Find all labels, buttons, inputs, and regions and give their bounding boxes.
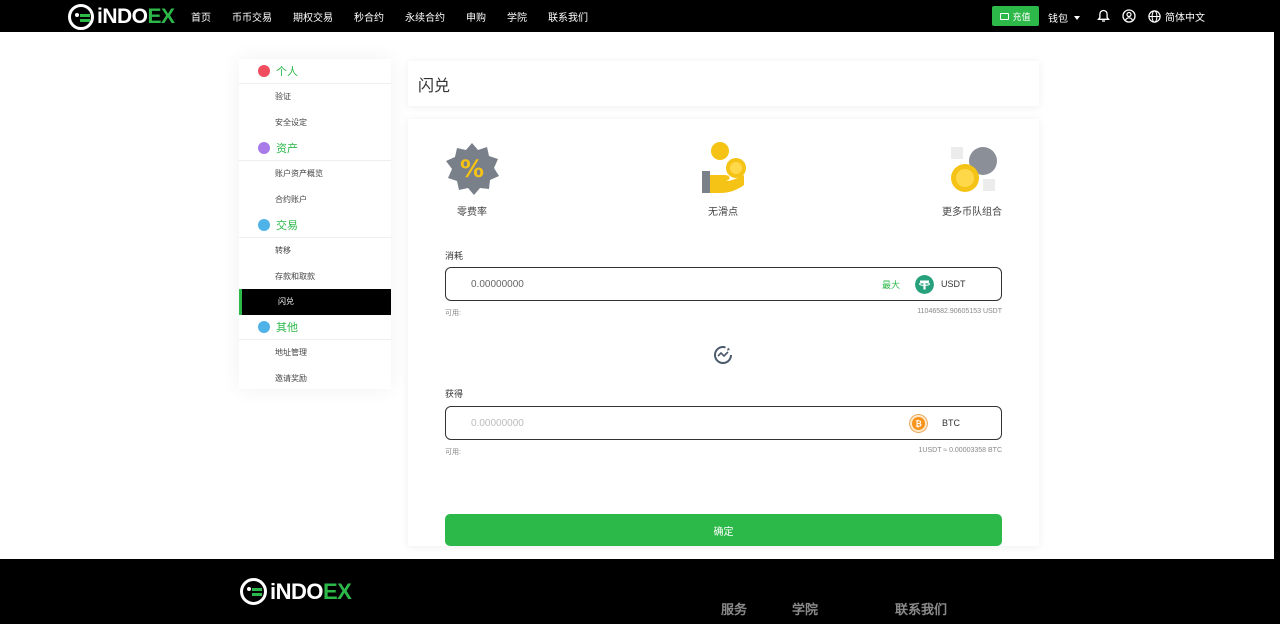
footer-logo-text: iNDOEX	[270, 578, 352, 604]
from-amount-field[interactable]: 0.00000000 最大 USDT	[445, 267, 1002, 301]
right-edge-strip	[1274, 32, 1280, 559]
other-icon	[258, 321, 270, 333]
account-sidebar: 个人 验证 安全设定 资产 账户资产概览 合约账户 交易 转移 存款和取款 闪兑	[239, 59, 391, 389]
percent-badge-icon: %	[446, 143, 499, 195]
logo-icon	[68, 4, 94, 30]
sidebar-heading-personal: 个人	[239, 59, 391, 84]
trade-icon	[258, 219, 270, 231]
sidebar-section-other: 其他 地址管理 邀请奖励	[239, 315, 391, 391]
sidebar-heading-assets: 资产	[239, 136, 391, 161]
exchange-rate: 1USDT ≈ 0.00003358 BTC	[918, 447, 1002, 454]
nav-contact[interactable]: 联系我们	[548, 9, 588, 24]
personal-icon	[258, 65, 270, 77]
swap-direction-icon[interactable]	[712, 344, 734, 366]
top-navbar: iNDOEX 首页 币币交易 期权交易 秒合约 永续合约 申购 学院 联系我们 …	[0, 0, 1280, 32]
svg-text:%: %	[460, 155, 484, 183]
to-amount-input[interactable]: 0.00000000	[471, 418, 524, 429]
deposit-icon	[1000, 12, 1010, 20]
to-coin-label[interactable]: BTC	[942, 418, 960, 428]
max-button[interactable]: 最大	[882, 278, 900, 291]
sidebar-item-verification[interactable]: 验证	[239, 84, 391, 110]
nav-subscription[interactable]: 申购	[466, 9, 486, 24]
footer-heading-services: 服务	[721, 602, 748, 617]
from-available-balance: 11046582.90605153 USDT	[917, 308, 1002, 315]
hand-coins-icon	[702, 142, 746, 193]
from-coin-label[interactable]: USDT	[941, 279, 966, 289]
deposit-button[interactable]: 充值	[992, 6, 1039, 26]
usdt-icon	[915, 274, 934, 294]
main-content: 个人 验证 安全设定 资产 账户资产概览 合约账户 交易 转移 存款和取款 闪兑	[0, 32, 1280, 559]
footer-logo-icon	[240, 578, 267, 605]
footer-logo: iNDOEX	[240, 578, 352, 605]
sidebar-item-security[interactable]: 安全设定	[239, 110, 391, 136]
feature-more-pairs: 更多币队组合	[936, 141, 1008, 218]
sidebar-item-transfer[interactable]: 转移	[239, 238, 391, 264]
flash-swap-panel: % 零费率 无滑点 更多币队组合 消耗 0.00000000 最大 USDT 可…	[408, 119, 1039, 546]
brand-logo[interactable]: iNDOEX	[68, 4, 175, 30]
feature-zero-fee: % 零费率	[440, 141, 504, 218]
sidebar-item-address-management[interactable]: 地址管理	[239, 340, 391, 366]
coins-combination-icon	[951, 147, 997, 192]
confirm-button[interactable]: 确定	[445, 514, 1002, 546]
svg-text:₿: ₿	[915, 419, 922, 428]
footer-heading-academy: 学院	[792, 602, 819, 617]
user-icon[interactable]	[1122, 9, 1136, 23]
sidebar-heading-trade: 交易	[239, 213, 391, 238]
nav-spot-trading[interactable]: 币币交易	[232, 9, 272, 24]
sidebar-section-personal: 个人 验证 安全设定	[239, 59, 391, 135]
page-title: 闪兑	[408, 61, 1039, 106]
sidebar-heading-other: 其他	[239, 315, 391, 340]
nav-perpetual-contract[interactable]: 永续合约	[405, 9, 445, 24]
bell-icon[interactable]	[1097, 9, 1110, 23]
to-available-label: 可用:	[445, 449, 461, 456]
language-selector[interactable]: 简体中文	[1148, 9, 1205, 24]
sidebar-section-assets: 资产 账户资产概览 合约账户	[239, 136, 391, 212]
globe-icon	[1148, 10, 1161, 23]
sidebar-item-deposit-withdraw[interactable]: 存款和取款	[239, 264, 391, 290]
chevron-down-icon	[1074, 15, 1080, 20]
main-nav: 首页 币币交易 期权交易 秒合约 永续合约 申购 学院 联系我们	[191, 0, 609, 32]
nav-second-contract[interactable]: 秒合约	[354, 9, 384, 24]
btc-icon: ₿	[909, 413, 928, 433]
nav-academy[interactable]: 学院	[507, 9, 527, 24]
assets-icon	[258, 142, 270, 154]
sidebar-item-flash-swap[interactable]: 闪兑	[239, 289, 391, 315]
footer-heading-contact: 联系我们	[895, 602, 948, 617]
from-amount-input[interactable]: 0.00000000	[471, 279, 524, 290]
nav-home[interactable]: 首页	[191, 9, 211, 24]
to-label: 获得	[445, 389, 464, 399]
wallet-dropdown[interactable]: 钱包	[1048, 10, 1080, 25]
from-available-label: 可用:	[445, 310, 461, 317]
feature-no-slippage: 无滑点	[688, 141, 758, 218]
sidebar-item-asset-overview[interactable]: 账户资产概览	[239, 161, 391, 187]
sidebar-item-contract-account[interactable]: 合约账户	[239, 187, 391, 213]
sidebar-item-invite-rewards[interactable]: 邀请奖励	[239, 366, 391, 392]
from-label: 消耗	[445, 251, 464, 261]
logo-text: iNDOEX	[97, 5, 175, 28]
nav-options-trading[interactable]: 期权交易	[293, 9, 333, 24]
footer: iNDOEX 服务 学院 联系我们	[0, 559, 1280, 624]
to-amount-field[interactable]: 0.00000000 ₿ BTC	[445, 406, 1002, 440]
sidebar-section-trade: 交易 转移 存款和取款 闪兑	[239, 213, 391, 315]
